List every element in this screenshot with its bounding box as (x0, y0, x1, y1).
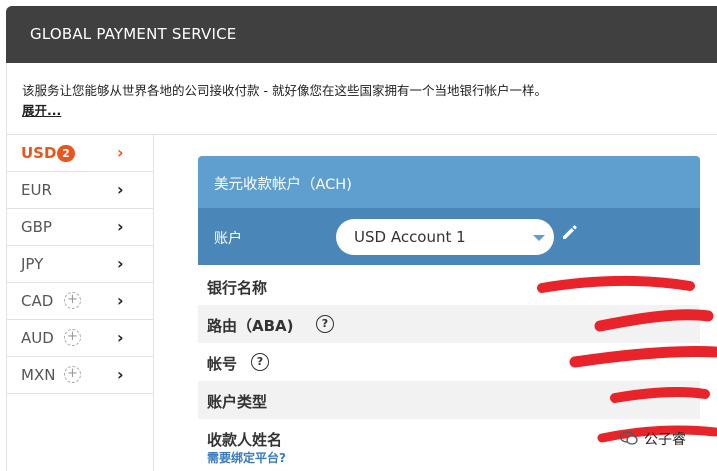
currency-sidebar: USD 2 › EUR › GBP › JPY › CAD + › AUD + … (6, 135, 154, 471)
sidebar-item-cad[interactable]: CAD + › (7, 283, 153, 320)
account-label: 账户 (214, 231, 242, 247)
chevron-right-icon: › (117, 291, 124, 310)
help-icon[interactable]: ? (316, 315, 334, 333)
currency-label: CAD (21, 292, 54, 310)
page-title: GLOBAL PAYMENT SERVICE (30, 25, 237, 43)
help-icon[interactable]: ? (251, 353, 269, 371)
currency-label: EUR (21, 181, 52, 199)
count-badge: 2 (57, 145, 75, 162)
bind-platform-link[interactable]: 需要绑定平台? (207, 449, 286, 466)
watermark-text: 公子睿 (644, 432, 686, 448)
sidebar-item-aud[interactable]: AUD + › (7, 320, 153, 357)
chevron-right-icon: › (117, 180, 124, 199)
service-description: 该服务让您能够从世界各地的公司接收付款 - 就好像您在这些国家拥有一个当地银行帐… (6, 63, 717, 134)
chevron-right-icon: › (117, 328, 124, 347)
row-label: 收款人姓名 (207, 431, 283, 449)
panel-title: 美元收款帐户（ACH) (214, 177, 352, 193)
row-label: 路由（ABA) (207, 317, 294, 335)
chevron-right-icon: › (117, 254, 124, 273)
currency-label: MXN (21, 366, 56, 384)
chevron-right-icon: › (117, 143, 124, 162)
sidebar-item-eur[interactable]: EUR › (7, 172, 153, 209)
row-label: 帐号 (207, 355, 238, 373)
panel-header: 美元收款帐户（ACH) (198, 156, 700, 208)
sidebar-item-usd[interactable]: USD 2 › (7, 135, 153, 172)
currency-label: GBP (21, 218, 52, 236)
add-circle-icon[interactable]: + (64, 292, 81, 309)
row-label: 银行名称 (207, 279, 268, 297)
add-circle-icon[interactable]: + (64, 366, 81, 383)
wechat-icon (620, 431, 638, 445)
chevron-right-icon: › (117, 217, 124, 236)
sidebar-item-jpy[interactable]: JPY › (7, 246, 153, 283)
add-circle-icon[interactable]: + (64, 329, 81, 346)
account-dropdown[interactable]: USD Account 1 (336, 219, 554, 255)
expand-link[interactable]: 展开... (22, 100, 61, 119)
edit-pencil-icon[interactable] (561, 223, 579, 241)
chevron-right-icon: › (117, 365, 124, 384)
redaction-scribble (537, 275, 717, 443)
currency-label: AUD (21, 329, 54, 347)
account-selected-value: USD Account 1 (354, 228, 466, 246)
chevron-down-icon (533, 235, 545, 241)
description-text: 该服务让您能够从世界各地的公司接收付款 - 就好像您在这些国家拥有一个当地银行帐… (22, 83, 547, 98)
sidebar-item-mxn[interactable]: MXN + › (7, 357, 153, 394)
sidebar-item-gbp[interactable]: GBP › (7, 209, 153, 246)
currency-label: JPY (21, 255, 44, 273)
app-header: GLOBAL PAYMENT SERVICE (6, 6, 717, 63)
row-label: 账户类型 (207, 393, 268, 411)
account-selector-row: 账户 USD Account 1 (198, 208, 700, 265)
currency-label: USD (21, 144, 57, 162)
